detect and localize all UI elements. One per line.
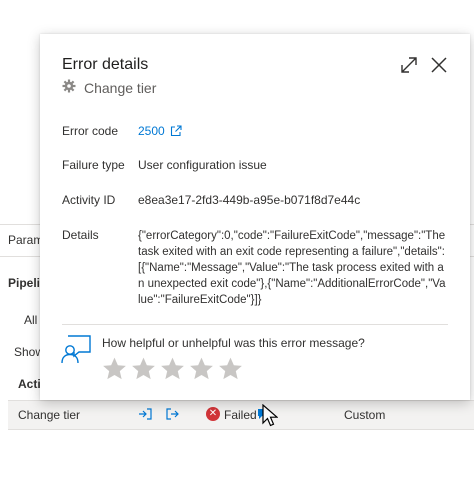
activity-name-label: Change tier (84, 79, 157, 96)
error-icon: ✕ (206, 407, 220, 421)
filter-all[interactable]: All (24, 313, 37, 327)
activity-column-header: Acti (18, 377, 41, 391)
error-code-value[interactable]: 2500 (138, 124, 165, 138)
details-label: Details (62, 228, 99, 242)
star-rating[interactable] (100, 356, 245, 382)
input-icon[interactable] (138, 407, 152, 426)
failure-type-label: Failure type (62, 158, 125, 172)
error-code-link[interactable]: 2500 (138, 124, 182, 138)
error-details-dialog: Error details Change tier Error code 250… (40, 34, 470, 400)
cursor-icon (262, 404, 278, 427)
feedback-divider (62, 324, 448, 325)
feedback-icon (60, 334, 92, 369)
pipelines-heading: Pipeli (8, 276, 41, 290)
external-link-icon[interactable] (170, 125, 182, 137)
feedback-question: How helpful or unhelpful was this error … (102, 336, 365, 350)
activity-type: Custom (344, 408, 386, 422)
details-value: {"errorCategory":0,"code":"FailureExitCo… (138, 230, 446, 306)
star-icon[interactable] (187, 356, 216, 382)
error-code-label: Error code (62, 124, 119, 138)
failure-type-value: User configuration issue (138, 158, 267, 172)
dialog-title: Error details (62, 56, 149, 73)
activity-id-label: Activity ID (62, 193, 116, 207)
params-tab[interactable]: Param (8, 233, 43, 247)
star-icon[interactable] (216, 356, 245, 382)
activity-name[interactable]: Change tier (18, 408, 80, 422)
star-icon[interactable] (158, 356, 187, 382)
output-icon[interactable] (166, 407, 180, 426)
status-failed: Failed (224, 408, 257, 422)
close-icon (431, 57, 447, 73)
star-icon[interactable] (100, 356, 129, 382)
star-icon[interactable] (129, 356, 158, 382)
expand-button[interactable] (398, 54, 420, 76)
close-button[interactable] (428, 54, 450, 76)
dialog-subtitle: Change tier (62, 79, 156, 96)
expand-icon (401, 57, 417, 73)
activity-row[interactable]: Change tier ✕ Failed Custom (8, 400, 474, 430)
gear-icon (62, 79, 76, 96)
activity-id-value: e8ea3e17-2fd3-449b-a95e-b071f8d7e44c (138, 193, 361, 207)
